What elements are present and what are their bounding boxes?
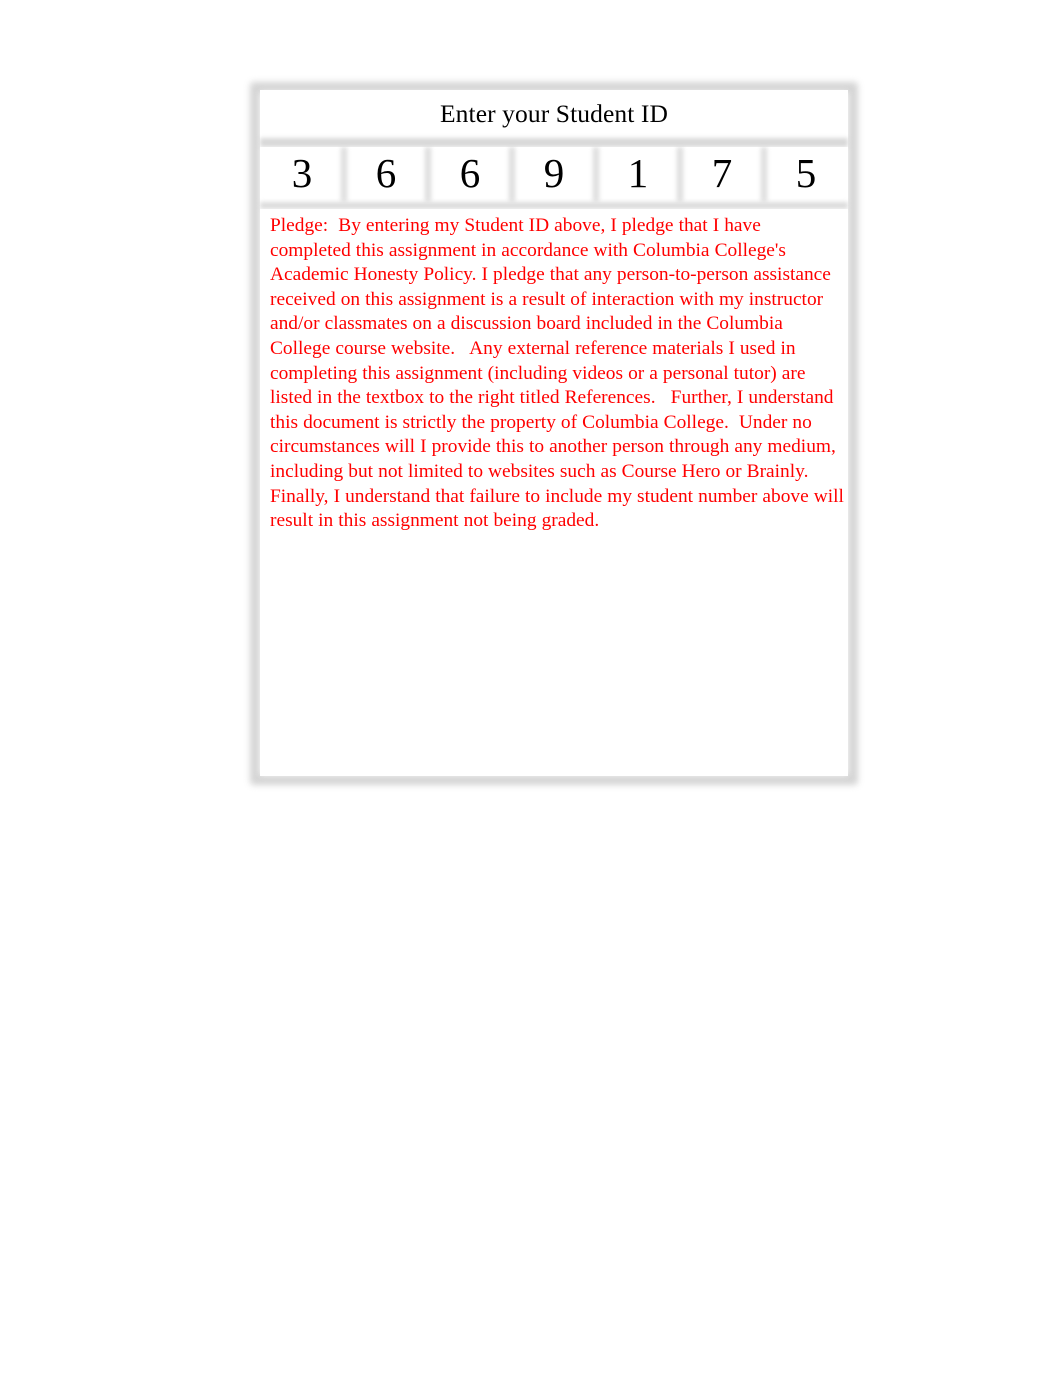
student-id-digit-cell-4[interactable]: 9 [512,147,596,202]
student-id-header-row: Enter your Student ID [260,90,848,138]
student-id-digit-row: 3 6 6 9 1 7 5 [260,147,848,202]
student-id-digit-value: 3 [291,149,313,196]
pledge-statement-text: Pledge: By entering my Student ID above,… [270,215,849,532]
student-id-digit-value: 6 [459,149,481,196]
header-divider [260,138,848,147]
student-id-digit-cell-3[interactable]: 6 [428,147,512,202]
panel-inner: Enter your Student ID 3 6 6 9 1 7 5 Pled… [260,90,848,776]
student-id-digit-cell-2[interactable]: 6 [344,147,428,202]
student-id-digit-value: 5 [795,149,817,196]
student-id-digit-cell-6[interactable]: 7 [680,147,764,202]
digit-row-divider [260,202,848,209]
student-id-pledge-panel: Enter your Student ID 3 6 6 9 1 7 5 Pled… [250,82,858,785]
pledge-textbox[interactable]: Pledge: By entering my Student ID above,… [260,209,848,776]
student-id-digit-value: 7 [711,149,733,196]
student-id-digit-value: 6 [375,149,397,196]
student-id-digit-cell-5[interactable]: 1 [596,147,680,202]
student-id-digit-value: 9 [543,149,565,196]
student-id-digit-cell-1[interactable]: 3 [260,147,344,202]
student-id-header-label: Enter your Student ID [439,99,668,129]
student-id-digit-cell-7[interactable]: 5 [764,147,848,202]
student-id-digit-value: 1 [627,149,649,196]
